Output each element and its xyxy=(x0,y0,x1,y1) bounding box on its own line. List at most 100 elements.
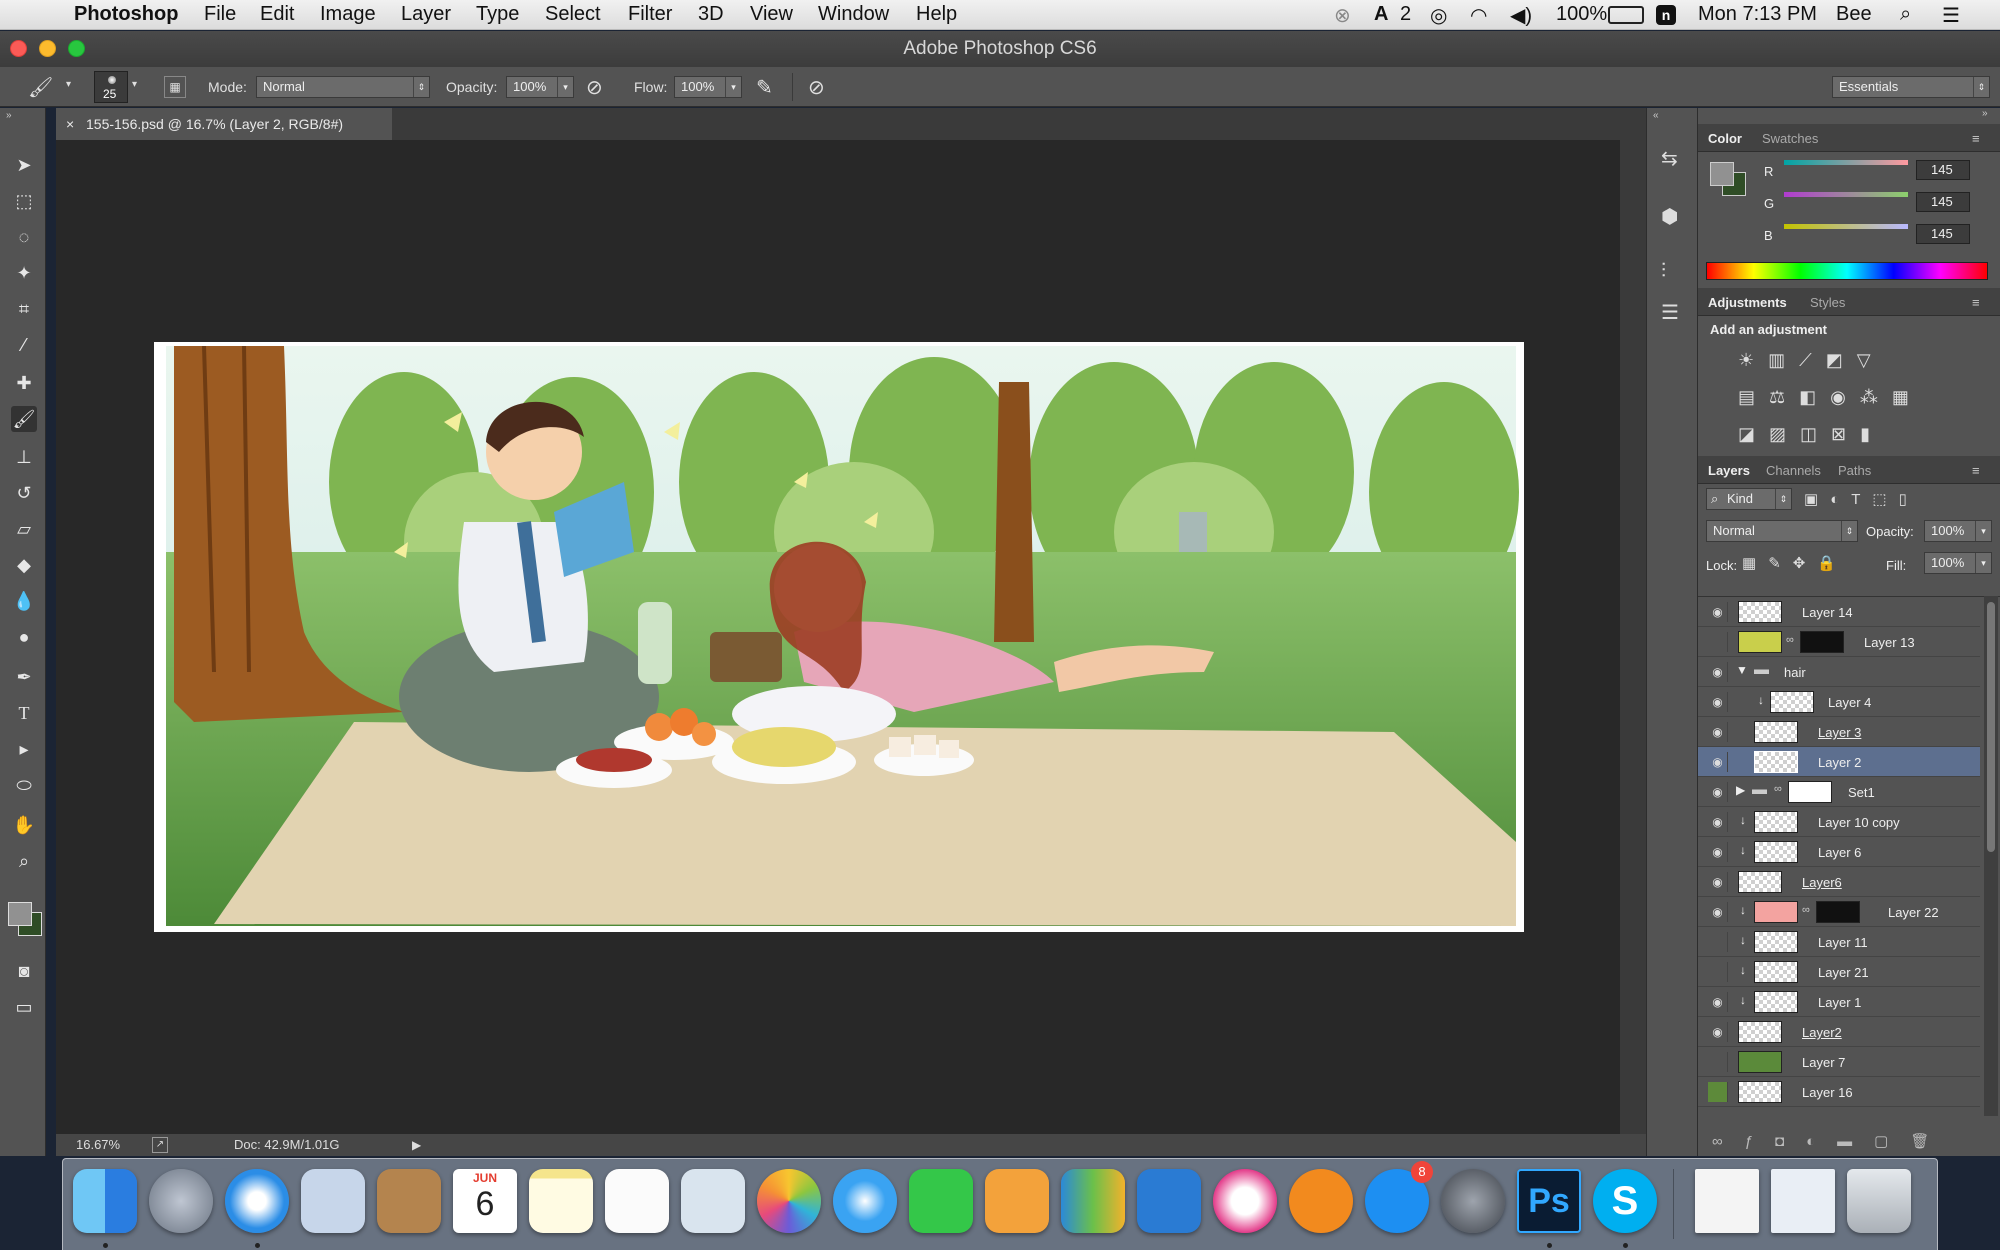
layer-row[interactable]: ◉ ↓ ∞ Layer 22 xyxy=(1698,897,1980,927)
close-circle-icon[interactable]: ⊗ xyxy=(1334,3,1351,28)
battery-icon[interactable] xyxy=(1608,6,1644,24)
clock[interactable]: Mon 7:13 PM xyxy=(1698,3,1817,26)
menu-type[interactable]: Type xyxy=(476,3,519,26)
collapse-arrows-icon[interactable]: » xyxy=(6,110,12,121)
layer-row[interactable]: ◉ Layer2 xyxy=(1698,1017,1980,1047)
marquee-tool-icon[interactable]: ⬚ xyxy=(11,188,37,214)
panel-menu-icon[interactable]: ≡ xyxy=(1972,131,1980,146)
safari-app-icon[interactable] xyxy=(225,1169,289,1233)
fx-icon[interactable]: ƒ xyxy=(1745,1133,1775,1150)
lock-all-icon[interactable]: 🔒 xyxy=(1817,555,1848,572)
visibility-off-box[interactable] xyxy=(1708,1052,1728,1072)
layer-group-row[interactable]: ◉ ▼ ▬ hair xyxy=(1698,657,1980,687)
contacts-app-icon[interactable] xyxy=(377,1169,441,1233)
paint-bucket-tool-icon[interactable]: ◆ xyxy=(11,552,37,578)
lock-position-icon[interactable]: ✥ xyxy=(1793,555,1818,572)
opacity-field[interactable]: 100% ▾ xyxy=(506,76,574,98)
green-slider[interactable] xyxy=(1784,192,1908,197)
history-panel-icon[interactable]: ⇆ xyxy=(1661,146,1678,171)
export-icon[interactable]: ↗ xyxy=(152,1137,168,1153)
app-menu-photoshop[interactable]: Photoshop xyxy=(74,3,178,26)
blur-tool-icon[interactable]: 💧 xyxy=(11,588,37,614)
color-balance-icon[interactable]: ⚖ xyxy=(1769,387,1799,407)
panel-menu-icon[interactable]: ≡ xyxy=(1972,295,1980,310)
layer-name[interactable]: Layer 11 xyxy=(1818,935,1868,950)
layer-row[interactable]: Layer 7 xyxy=(1698,1047,1980,1077)
green-value[interactable]: 145 xyxy=(1916,192,1970,212)
lock-transparent-icon[interactable]: ▦ xyxy=(1742,555,1768,572)
creative-cloud-icon[interactable]: ◎ xyxy=(1430,3,1447,28)
system-preferences-app-icon[interactable] xyxy=(1441,1169,1505,1233)
color-lookup-icon[interactable]: ▦ xyxy=(1892,387,1923,407)
menu-select[interactable]: Select xyxy=(545,3,601,26)
dodge-tool-icon[interactable]: ● xyxy=(11,624,37,650)
visibility-eye-icon[interactable]: ◉ xyxy=(1708,812,1728,832)
adobe-icon[interactable]: A xyxy=(1374,3,1388,26)
exposure-icon[interactable]: ◩ xyxy=(1826,350,1857,370)
keynote-app-icon[interactable] xyxy=(1137,1169,1201,1233)
visibility-eye-icon[interactable]: ◉ xyxy=(1708,782,1728,802)
brightness-icon[interactable]: ☀ xyxy=(1738,350,1768,370)
smart-object-filter-icon[interactable]: ▯ xyxy=(1899,491,1919,508)
eyedropper-tool-icon[interactable]: ⁄ xyxy=(11,332,37,358)
menu-window[interactable]: Window xyxy=(818,3,889,26)
menu-image[interactable]: Image xyxy=(320,3,376,26)
visibility-eye-icon[interactable]: ◉ xyxy=(1708,872,1728,892)
document-tab[interactable]: × 155-156.psd @ 16.7% (Layer 2, RGB/8#) xyxy=(56,108,392,140)
layer-name[interactable]: Layer 22 xyxy=(1888,905,1939,920)
layer-row-selected[interactable]: ◉ Layer 2 xyxy=(1698,747,1980,777)
notes-n-icon[interactable]: n xyxy=(1656,5,1676,25)
quick-mask-icon[interactable]: ◙ xyxy=(11,958,37,984)
menu-filter[interactable]: Filter xyxy=(628,3,672,26)
menu-layer[interactable]: Layer xyxy=(401,3,451,26)
visibility-off-box[interactable] xyxy=(1708,962,1728,982)
eraser-tool-icon[interactable]: ▱ xyxy=(11,516,37,542)
canvas-area[interactable] xyxy=(56,140,1646,1134)
layer-row[interactable]: ◉ ↓ Layer 6 xyxy=(1698,837,1980,867)
workspace-dropdown[interactable]: Essentials ⇕ xyxy=(1832,76,1990,98)
fill-field[interactable]: 100% ▾ xyxy=(1924,552,1992,574)
healing-brush-tool-icon[interactable]: ✚ xyxy=(11,370,37,396)
scrollbar-thumb[interactable] xyxy=(1987,602,1995,852)
close-tab-icon[interactable]: × xyxy=(66,108,74,140)
layer-name[interactable]: Layer 1 xyxy=(1818,995,1861,1010)
pages-app-icon[interactable] xyxy=(985,1169,1049,1233)
tab-color[interactable]: Color xyxy=(1708,131,1742,146)
volume-icon[interactable]: ◀) xyxy=(1510,3,1532,28)
brush-size-picker[interactable]: 25 xyxy=(94,71,128,103)
pressure-size-icon[interactable]: ⊘ xyxy=(808,75,825,100)
tab-layers[interactable]: Layers xyxy=(1708,463,1750,478)
layer-name[interactable]: Layer 16 xyxy=(1802,1085,1853,1100)
visibility-eye-icon[interactable]: ◉ xyxy=(1708,602,1728,622)
clone-stamp-tool-icon[interactable]: ⊥ xyxy=(11,444,37,470)
menu-view[interactable]: View xyxy=(750,3,793,26)
mode-dropdown[interactable]: Normal ⇕ xyxy=(256,76,430,98)
reminders-app-icon[interactable] xyxy=(605,1169,669,1233)
lock-pixels-icon[interactable]: ✎ xyxy=(1768,555,1793,572)
foreground-color-swatch[interactable] xyxy=(8,902,32,926)
type-filter-icon[interactable]: T xyxy=(1851,491,1872,508)
layer-name[interactable]: Layer 6 xyxy=(1818,845,1861,860)
airbrush-icon[interactable]: ✎ xyxy=(756,75,773,100)
calendar-app-icon[interactable]: JUN 6 xyxy=(453,1169,517,1233)
layer-filter-icons[interactable]: ▣◐T⬚▯ xyxy=(1804,490,1994,510)
red-slider[interactable] xyxy=(1784,160,1908,165)
adjustment-icons[interactable]: ☀▥⟋◩▽ ▤⚖◧◉⁂▦ ◪▨◫⊠▮ xyxy=(1738,342,1938,452)
tab-channels[interactable]: Channels xyxy=(1766,463,1821,478)
layer-row[interactable]: ◉ Layer 3 xyxy=(1698,717,1980,747)
canvas-vertical-scrollbar[interactable] xyxy=(1620,140,1646,1134)
collapse-arrows-icon[interactable]: » xyxy=(1982,108,1988,119)
layer-kind-filter[interactable]: ⌕ Kind ⇕ xyxy=(1706,488,1792,510)
layer-name[interactable]: Layer 4 xyxy=(1828,695,1871,710)
zoom-tool-icon[interactable]: ⌕ xyxy=(11,848,37,874)
channel-mixer-icon[interactable]: ⁂ xyxy=(1860,387,1892,407)
move-tool-icon[interactable]: ➤ xyxy=(11,152,37,178)
layer-row[interactable]: ↓ Layer 11 xyxy=(1698,927,1980,957)
app-store-app-icon[interactable]: 8 xyxy=(1365,1161,1433,1233)
new-layer-icon[interactable]: ▢ xyxy=(1874,1133,1910,1150)
layer-blend-mode-dropdown[interactable]: Normal ⇕ xyxy=(1706,520,1858,542)
layer-row[interactable]: ↓ Layer 21 xyxy=(1698,957,1980,987)
photos-app-icon[interactable] xyxy=(757,1169,821,1233)
layer-name[interactable]: Layer 21 xyxy=(1818,965,1869,980)
layer-row[interactable]: ◉ ↓ Layer 4 xyxy=(1698,687,1980,717)
